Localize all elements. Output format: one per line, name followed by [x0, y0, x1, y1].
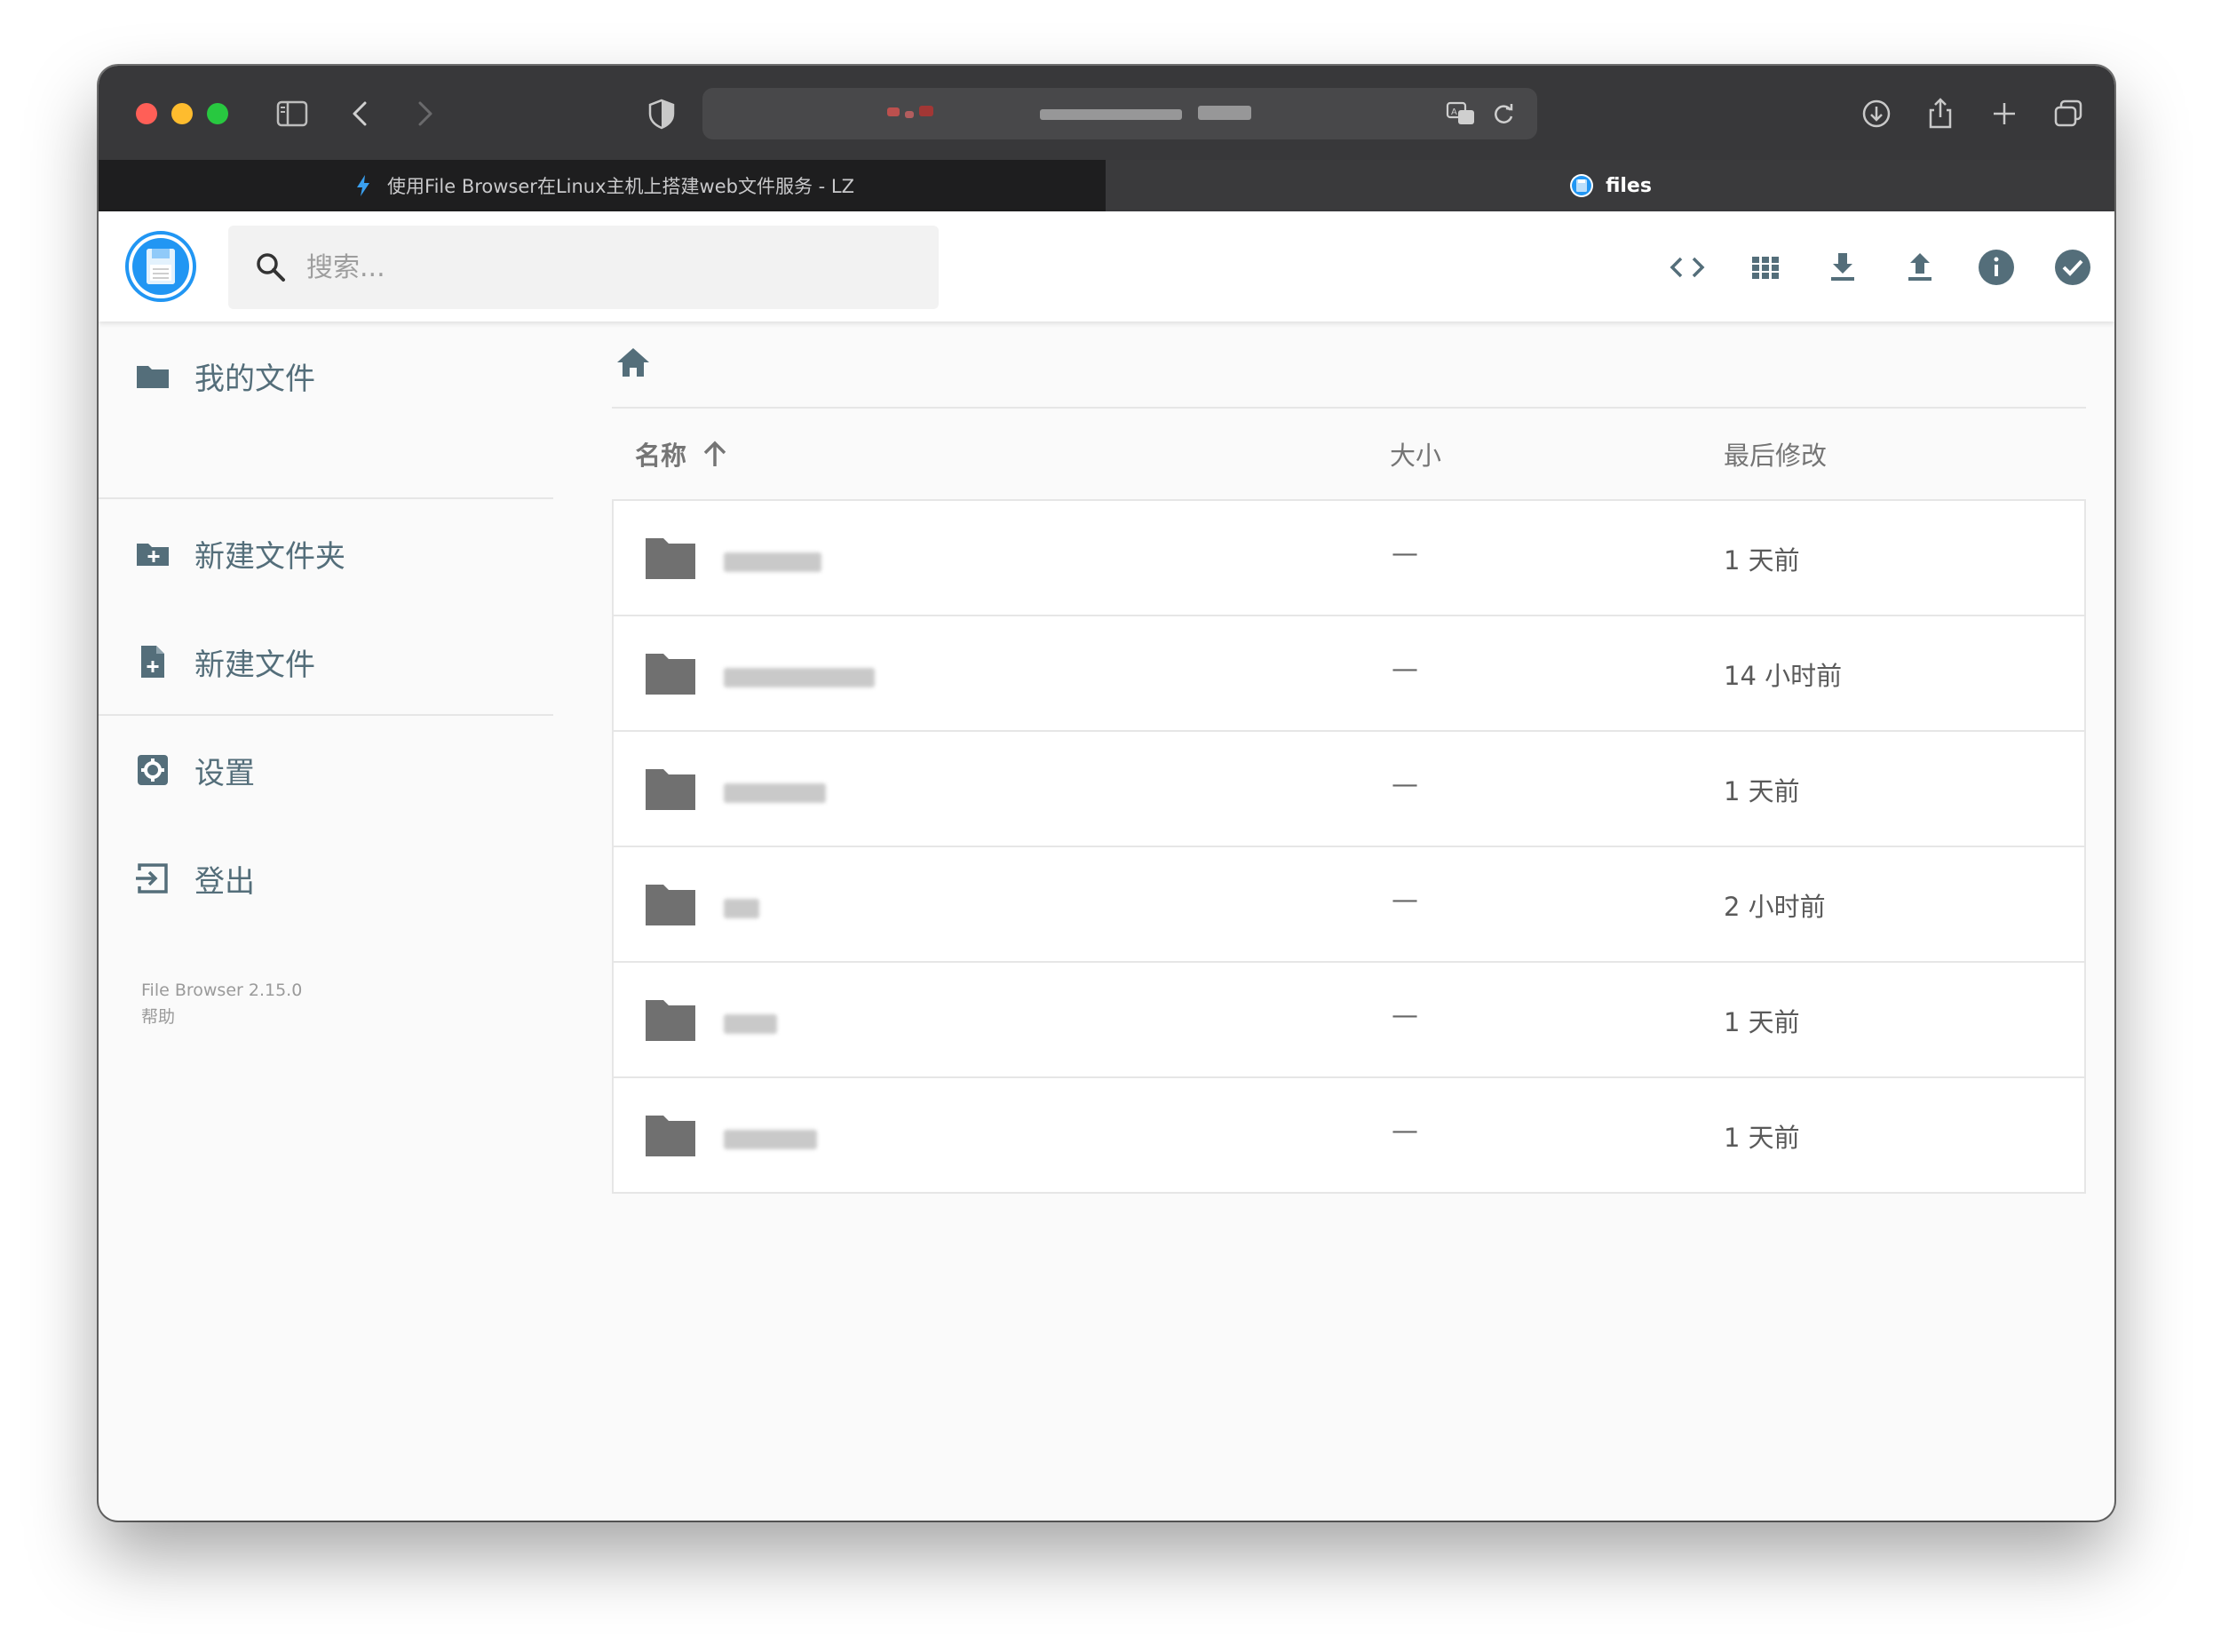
logout-icon [132, 858, 173, 899]
list-item[interactable]: — 1 天前 [614, 732, 2084, 847]
bolt-icon [350, 172, 377, 199]
search-input[interactable] [305, 250, 885, 284]
file-size: — [1392, 538, 1418, 569]
column-header-modified[interactable]: 最后修改 [1724, 435, 1827, 473]
obscured-name [724, 552, 821, 572]
search-icon [257, 253, 285, 282]
version-text: File Browser 2.15.0 [141, 981, 303, 1000]
sidebar-item-label: 设置 [194, 755, 255, 791]
info-icon[interactable] [1974, 245, 2019, 290]
file-browser-logo[interactable] [125, 231, 196, 302]
grid-view-icon[interactable] [1743, 245, 1788, 290]
svg-text:A: A [1451, 107, 1457, 117]
file-size: — [1392, 1116, 1418, 1147]
file-size: — [1392, 769, 1418, 800]
close-window-button[interactable] [136, 103, 157, 124]
list-item[interactable]: — 1 天前 [614, 501, 2084, 616]
breadcrumb-divider [612, 407, 2086, 409]
tab-files[interactable]: files [1106, 160, 2114, 211]
obscured-name [724, 899, 759, 918]
file-modified: 2 小时前 [1724, 892, 1826, 922]
upload-icon[interactable] [1898, 245, 1942, 290]
code-view-icon[interactable] [1665, 245, 1709, 290]
tab-file-browser-article[interactable]: 使用File Browser在Linux主机上搭建web文件服务 - LZ [99, 160, 1106, 211]
plus-icon[interactable] [1983, 92, 2026, 135]
list-item[interactable]: — 2 小时前 [614, 847, 2084, 963]
translate-icon[interactable]: A [1440, 92, 1482, 135]
sidebar-item-new-file[interactable]: 新建文件 [99, 608, 553, 716]
column-header-name[interactable]: 名称 [635, 435, 733, 473]
sidebar-icon[interactable] [271, 92, 313, 135]
file-modified: 1 天前 [1724, 545, 1800, 576]
create-folder-icon [132, 533, 173, 574]
floppy-icon [1568, 172, 1595, 199]
sidebar-item-logout[interactable]: 登出 [99, 824, 553, 933]
note-add-icon [132, 641, 173, 682]
folder-icon [646, 1116, 695, 1156]
folder-icon [646, 1000, 695, 1041]
reload-icon[interactable] [1482, 92, 1525, 135]
obscured-name [724, 1130, 817, 1149]
shield-icon[interactable] [640, 92, 683, 135]
tab-label: files [1606, 174, 1652, 197]
help-link[interactable]: 帮助 [141, 1004, 175, 1028]
list-item[interactable]: — 1 天前 [614, 1078, 2084, 1194]
file-modified: 14 小时前 [1724, 661, 1843, 691]
sidebar-item-label: 登出 [194, 863, 255, 900]
folder-icon [646, 538, 695, 579]
obscured-name [724, 668, 875, 687]
sidebar-item-settings[interactable]: 设置 [99, 716, 553, 824]
list-item[interactable]: — 1 天前 [614, 963, 2084, 1078]
file-modified: 1 天前 [1724, 776, 1800, 806]
file-size: — [1392, 1000, 1418, 1031]
folder-icon [646, 885, 695, 925]
sidebar-item-label: 新建文件 [194, 647, 315, 683]
share-icon[interactable] [1919, 92, 1962, 135]
sidebar-item-label: 我的文件 [194, 361, 315, 397]
title-bar: A [99, 66, 2114, 160]
settings-icon [132, 750, 173, 790]
tab-bar: 使用File Browser在Linux主机上搭建web文件服务 - LZ fi… [99, 160, 2114, 211]
address-bar[interactable]: A [702, 88, 1537, 139]
obscured-name [724, 1014, 777, 1034]
file-list: — 1 天前 — 14 小时前 — 1 天前 — 2 小时前 — 1 天前 — … [612, 499, 2086, 1194]
column-label: 名称 [635, 441, 687, 471]
app-header [99, 211, 2114, 322]
sidebar-item-my-files[interactable]: 我的文件 [99, 322, 553, 430]
minimize-window-button[interactable] [171, 103, 193, 124]
search-box[interactable] [228, 226, 939, 309]
arrow-up-icon [703, 441, 726, 466]
forward-icon[interactable] [402, 92, 445, 135]
download-icon[interactable] [1855, 92, 1898, 135]
tabs-overview-icon[interactable] [2047, 92, 2090, 135]
folder-icon [132, 355, 173, 396]
select-icon[interactable] [2050, 245, 2095, 290]
obscured-name [724, 783, 826, 803]
file-size: — [1392, 885, 1418, 916]
tab-label: 使用File Browser在Linux主机上搭建web文件服务 - LZ [387, 176, 854, 197]
column-header-size[interactable]: 大小 [1390, 435, 1441, 473]
zoom-window-button[interactable] [207, 103, 228, 124]
sidebar-item-new-folder[interactable]: 新建文件夹 [99, 499, 553, 608]
home-icon[interactable] [614, 343, 653, 382]
file-modified: 1 天前 [1724, 1007, 1800, 1037]
file-modified: 1 天前 [1724, 1123, 1800, 1153]
folder-icon [646, 654, 695, 695]
back-icon[interactable] [340, 92, 383, 135]
browser-window: A 使用File Browser在Linux主机上搭建web文件服务 - LZ [99, 66, 2114, 1521]
download-icon[interactable] [1820, 245, 1865, 290]
folder-icon [646, 769, 695, 810]
file-size: — [1392, 654, 1418, 685]
sidebar-item-label: 新建文件夹 [194, 538, 345, 575]
